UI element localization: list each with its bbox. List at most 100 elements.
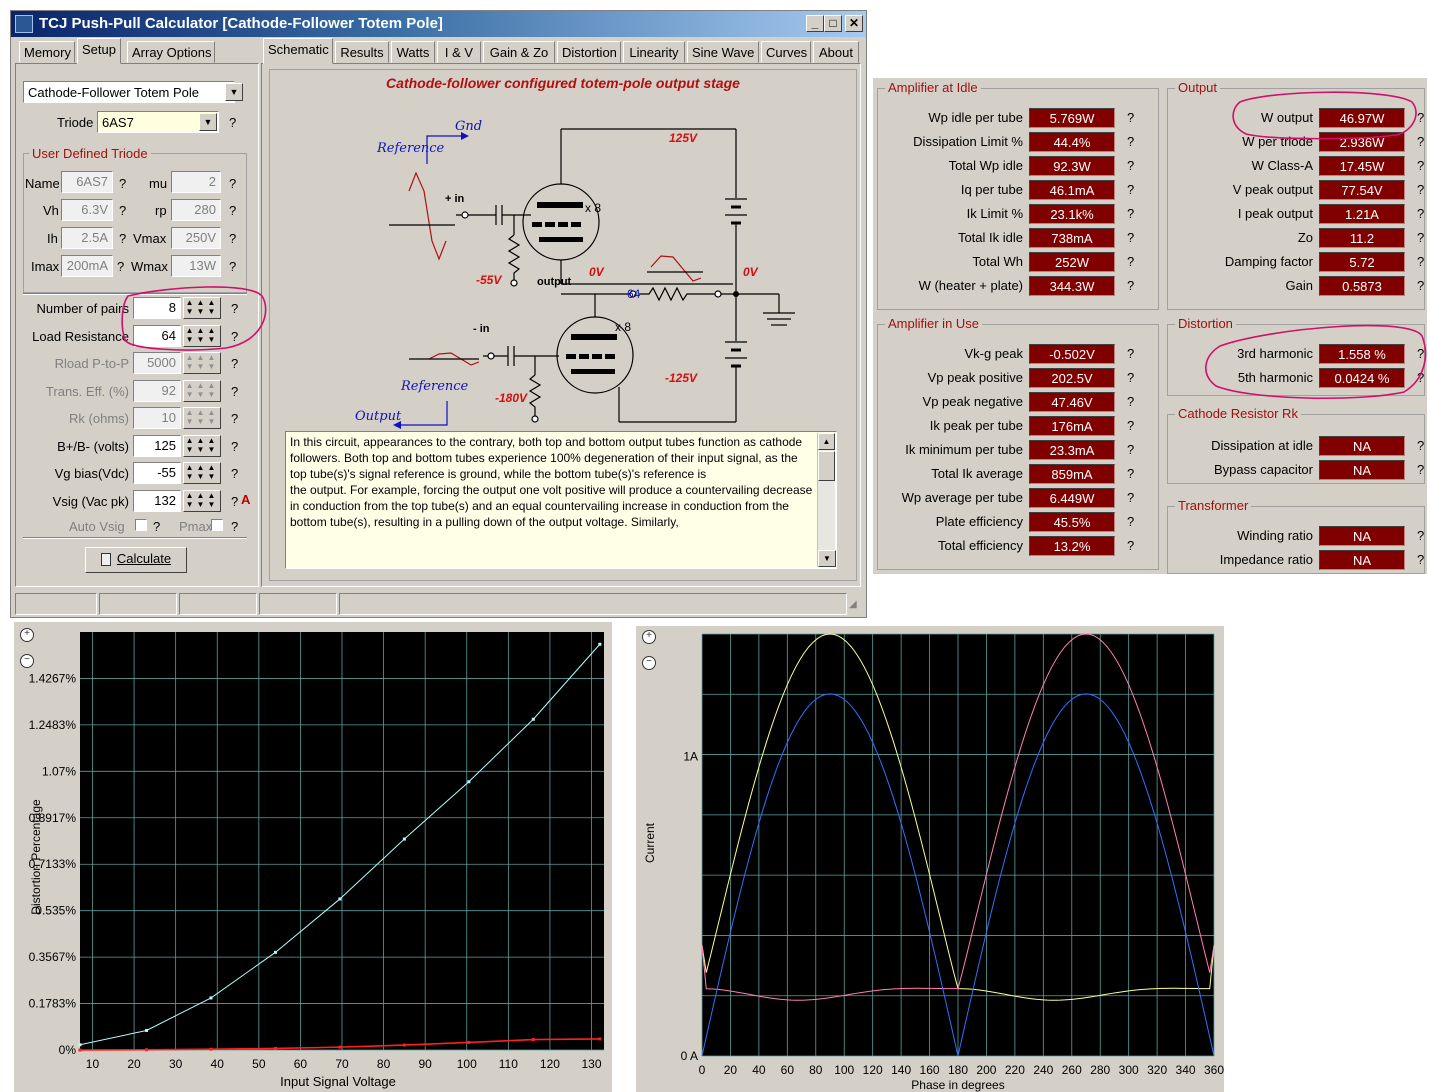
- param-field[interactable]: 64: [133, 324, 181, 347]
- param-field[interactable]: 5000: [133, 352, 181, 374]
- tab-memory[interactable]: Memory: [19, 41, 75, 63]
- help-icon[interactable]: ?: [119, 231, 126, 246]
- help-icon[interactable]: ?: [119, 203, 126, 218]
- help-icon[interactable]: ?: [1127, 514, 1134, 529]
- tab-i-v[interactable]: I & V: [437, 41, 481, 63]
- help-icon[interactable]: ?: [229, 203, 236, 218]
- help-icon[interactable]: ?: [231, 494, 238, 509]
- scroll-thumb[interactable]: [818, 451, 835, 481]
- spinner-arrows-icon[interactable]: ▲▲▲ ▼▼▼: [183, 379, 221, 402]
- help-icon[interactable]: ?: [1127, 110, 1134, 125]
- chevron-down-icon[interactable]: ▼: [199, 113, 217, 131]
- wmax-field[interactable]: 13W: [171, 255, 221, 277]
- help-icon[interactable]: ?: [1417, 370, 1424, 385]
- help-icon[interactable]: ?: [1127, 254, 1134, 269]
- topology-select[interactable]: Cathode-Follower Totem Pole: [23, 81, 235, 103]
- spinner-arrows-icon[interactable]: ▲▲▲ ▼▼▼: [183, 434, 221, 457]
- help-icon[interactable]: ?: [231, 384, 238, 399]
- tab-linearity[interactable]: Linearity: [623, 41, 685, 63]
- help-icon[interactable]: ?: [229, 176, 236, 191]
- mu-field[interactable]: 2: [171, 171, 221, 193]
- close-button[interactable]: ✕: [845, 15, 863, 32]
- vmax-field[interactable]: 250V: [171, 227, 221, 249]
- param-field[interactable]: 92: [133, 379, 181, 402]
- spinner-arrows-icon[interactable]: ▲▲▲ ▼▼▼: [183, 407, 221, 429]
- help-icon[interactable]: ?: [153, 519, 160, 534]
- name-field[interactable]: 6AS7: [61, 171, 113, 193]
- help-icon[interactable]: ?: [1127, 278, 1134, 293]
- help-icon[interactable]: ?: [229, 231, 236, 246]
- description-scrollbar[interactable]: ▲ ▼: [817, 433, 836, 567]
- minimize-button[interactable]: _: [806, 15, 824, 32]
- help-icon[interactable]: ?: [231, 356, 238, 371]
- calculate-button[interactable]: Calculate: [85, 547, 187, 573]
- spinner-arrows-icon[interactable]: ▲▲▲ ▼▼▼: [183, 489, 221, 512]
- help-icon[interactable]: ?: [1127, 182, 1134, 197]
- help-icon[interactable]: ?: [229, 259, 236, 274]
- help-icon[interactable]: ?: [119, 176, 126, 191]
- help-icon[interactable]: ?: [1417, 552, 1424, 567]
- help-icon[interactable]: ?: [1417, 134, 1424, 149]
- help-icon[interactable]: ?: [231, 519, 238, 534]
- scroll-down-icon[interactable]: ▼: [818, 550, 836, 567]
- help-icon[interactable]: ?: [1417, 158, 1424, 173]
- help-icon[interactable]: ?: [1417, 254, 1424, 269]
- help-icon[interactable]: ?: [231, 466, 238, 481]
- vh-field[interactable]: 6.3V: [61, 199, 113, 221]
- help-icon[interactable]: ?: [1417, 346, 1424, 361]
- help-icon[interactable]: ?: [1127, 466, 1134, 481]
- param-field[interactable]: 10: [133, 407, 181, 429]
- tab-schematic[interactable]: Schematic: [263, 38, 333, 64]
- tab-array-options[interactable]: Array Options: [127, 41, 215, 63]
- ih-field[interactable]: 2.5A: [61, 227, 113, 249]
- tab-setup[interactable]: Setup: [77, 38, 121, 64]
- pmax-checkbox[interactable]: [211, 519, 223, 531]
- tab-gain-zo[interactable]: Gain & Zo: [483, 41, 555, 63]
- tab-sine-wave[interactable]: Sine Wave: [687, 41, 759, 63]
- rp-field[interactable]: 280: [171, 199, 221, 221]
- imax-field[interactable]: 200mA: [61, 255, 113, 277]
- help-icon[interactable]: ?: [1127, 442, 1134, 457]
- spinner-arrows-icon[interactable]: ▲▲▲ ▼▼▼: [183, 352, 221, 374]
- help-icon[interactable]: ?: [1417, 462, 1424, 477]
- tab-curves[interactable]: Curves: [761, 41, 811, 63]
- resize-grip-icon[interactable]: ◢: [849, 599, 857, 610]
- help-icon[interactable]: ?: [1127, 230, 1134, 245]
- maximize-button[interactable]: □: [824, 15, 842, 32]
- tab-about[interactable]: About: [813, 41, 859, 63]
- help-icon[interactable]: ?: [1127, 370, 1134, 385]
- tab-distortion[interactable]: Distortion: [557, 41, 621, 63]
- title-bar[interactable]: TCJ Push-Pull Calculator [Cathode-Follow…: [11, 11, 866, 37]
- chevron-down-icon[interactable]: ▼: [225, 83, 243, 101]
- help-icon[interactable]: ?: [1127, 418, 1134, 433]
- help-icon[interactable]: ?: [1127, 346, 1134, 361]
- help-icon[interactable]: ?: [1127, 134, 1134, 149]
- help-icon[interactable]: ?: [231, 301, 238, 316]
- help-icon[interactable]: ?: [1417, 206, 1424, 221]
- param-field[interactable]: 125: [133, 434, 181, 457]
- help-icon[interactable]: ?: [1417, 230, 1424, 245]
- help-icon[interactable]: ?: [1417, 110, 1424, 125]
- help-icon[interactable]: ?: [1127, 490, 1134, 505]
- spinner-arrows-icon[interactable]: ▲▲▲ ▼▼▼: [183, 297, 221, 319]
- param-field[interactable]: 8: [133, 297, 181, 319]
- auto-vsig-checkbox[interactable]: [135, 519, 147, 531]
- spinner-arrows-icon[interactable]: ▲▲▲ ▼▼▼: [183, 324, 221, 347]
- auto-marker[interactable]: A: [241, 492, 250, 507]
- help-icon[interactable]: ?: [1127, 538, 1134, 553]
- tab-watts[interactable]: Watts: [391, 41, 435, 63]
- help-icon[interactable]: ?: [1127, 206, 1134, 221]
- spinner-arrows-icon[interactable]: ▲▲▲ ▼▼▼: [183, 462, 221, 484]
- help-icon[interactable]: ?: [231, 439, 238, 454]
- help-icon[interactable]: ?: [1127, 158, 1134, 173]
- help-icon[interactable]: ?: [1417, 182, 1424, 197]
- param-field[interactable]: -55: [133, 462, 181, 484]
- help-icon[interactable]: ?: [1417, 278, 1424, 293]
- tab-results[interactable]: Results: [335, 41, 389, 63]
- help-icon[interactable]: ?: [231, 329, 238, 344]
- help-icon[interactable]: ?: [231, 411, 238, 426]
- param-field[interactable]: 132: [133, 489, 181, 512]
- scroll-up-icon[interactable]: ▲: [818, 433, 835, 450]
- help-icon[interactable]: ?: [229, 115, 236, 130]
- help-icon[interactable]: ?: [1417, 438, 1424, 453]
